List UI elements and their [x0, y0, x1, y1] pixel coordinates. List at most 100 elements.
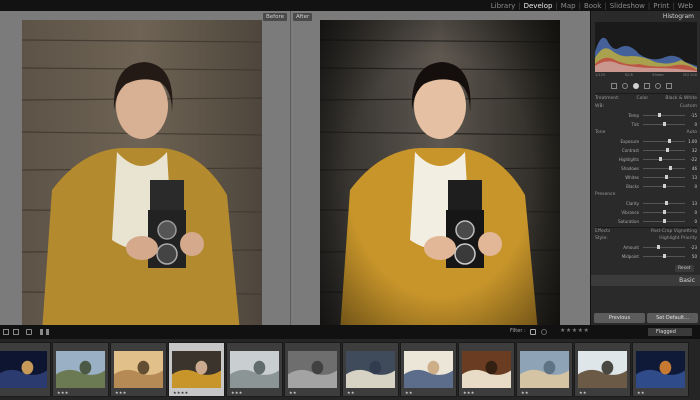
- filmstrip-thumbnail[interactable]: ★★★★: [168, 342, 225, 397]
- crop-tool-icon[interactable]: [611, 83, 617, 89]
- slider-value[interactable]: 32: [685, 146, 697, 155]
- secondary-display-icon[interactable]: [13, 329, 19, 335]
- graduated-filter-icon[interactable]: [644, 83, 650, 89]
- slider-value[interactable]: 0: [685, 208, 697, 217]
- slider-knob[interactable]: [662, 122, 666, 126]
- slider-saturation[interactable]: Saturation 0: [595, 217, 697, 226]
- flag-filter-select[interactable]: Flagged: [648, 328, 692, 336]
- module-library[interactable]: Library: [488, 2, 518, 10]
- thumbnail-rating[interactable]: ★★★★: [173, 390, 189, 395]
- slider-knob[interactable]: [662, 219, 666, 223]
- photo-after[interactable]: [320, 20, 560, 332]
- slider-whites[interactable]: Whites 13: [595, 173, 697, 182]
- treatment-bw[interactable]: Black & White: [665, 96, 697, 101]
- slider-track[interactable]: [643, 150, 685, 151]
- slider-highlights[interactable]: Highlights -22: [595, 155, 697, 164]
- thumbnail-rating[interactable]: ★★★: [115, 390, 127, 395]
- module-slideshow[interactable]: Slideshow: [607, 2, 648, 10]
- module-web[interactable]: Web: [675, 2, 696, 10]
- forward-arrow-icon[interactable]: [46, 329, 52, 335]
- flag-filter-icon[interactable]: [530, 329, 536, 335]
- slider-blacks[interactable]: Blacks 0: [595, 182, 697, 191]
- slider-track[interactable]: [643, 247, 685, 248]
- slider-value[interactable]: -23: [685, 243, 697, 252]
- thumbnail-rating[interactable]: ★★: [637, 390, 645, 395]
- slider-temp[interactable]: Temp -15: [595, 111, 697, 120]
- photo-before[interactable]: [22, 20, 262, 332]
- slider-track[interactable]: [643, 168, 685, 169]
- thumbnail-rating[interactable]: ★★: [405, 390, 413, 395]
- red-eye-icon[interactable]: [633, 83, 639, 89]
- thumbnail-rating[interactable]: ★★: [289, 390, 297, 395]
- thumbnail-rating[interactable]: ★★★: [463, 390, 475, 395]
- histogram[interactable]: [595, 22, 697, 72]
- tone-auto[interactable]: Auto: [687, 130, 697, 135]
- module-print[interactable]: Print: [650, 2, 672, 10]
- slider-value[interactable]: 13: [685, 199, 697, 208]
- module-book[interactable]: Book: [581, 2, 604, 10]
- filmstrip-thumbnail[interactable]: ★★: [574, 342, 631, 397]
- slider-knob[interactable]: [667, 139, 671, 143]
- filmstrip-thumbnail[interactable]: ★★: [516, 342, 573, 397]
- unflagged-filter-icon[interactable]: [541, 329, 547, 335]
- filmstrip-thumbnail[interactable]: ★★: [342, 342, 399, 397]
- filmstrip-thumbnail[interactable]: ★★★: [226, 342, 283, 397]
- adjustment-brush-icon[interactable]: [666, 83, 672, 89]
- slider-track[interactable]: [643, 159, 685, 160]
- slider-knob[interactable]: [658, 113, 662, 117]
- slider-shadows[interactable]: Shadows 46: [595, 164, 697, 173]
- set-default-button[interactable]: Set Default...: [647, 313, 698, 323]
- filmstrip-thumbnail[interactable]: ★★★: [110, 342, 167, 397]
- filmstrip-thumbnail[interactable]: [0, 342, 51, 397]
- slider-value[interactable]: 13: [685, 173, 697, 182]
- previous-button[interactable]: Previous: [594, 313, 645, 323]
- slider-value[interactable]: 0: [685, 120, 697, 129]
- radial-filter-icon[interactable]: [655, 83, 661, 89]
- slider-amount[interactable]: Amount -23: [595, 243, 697, 252]
- slider-midpoint[interactable]: Midpoint 50: [595, 252, 697, 261]
- slider-value[interactable]: 46: [685, 164, 697, 173]
- filmstrip-thumbnail[interactable]: ★★★: [52, 342, 109, 397]
- basic-panel-header[interactable]: Basic: [591, 275, 700, 286]
- slider-value[interactable]: 0: [685, 217, 697, 226]
- spot-removal-icon[interactable]: [622, 83, 628, 89]
- slider-knob[interactable]: [662, 210, 666, 214]
- histogram-title[interactable]: Histogram: [663, 13, 694, 20]
- style-value[interactable]: Highlight Priority: [659, 236, 697, 241]
- slider-knob[interactable]: [669, 166, 673, 170]
- slider-knob[interactable]: [662, 184, 666, 188]
- thumbnail-rating[interactable]: ★★★: [57, 390, 69, 395]
- filmstrip-thumbnail[interactable]: ★★: [284, 342, 341, 397]
- slider-exposure[interactable]: Exposure 1.00: [595, 137, 697, 146]
- slider-value[interactable]: -15: [685, 111, 697, 120]
- filmstrip-thumbnail[interactable]: ★★★: [458, 342, 515, 397]
- slider-track[interactable]: [643, 141, 685, 142]
- slider-knob[interactable]: [657, 245, 661, 249]
- slider-clarity[interactable]: Clarity 13: [595, 199, 697, 208]
- slider-knob[interactable]: [664, 201, 668, 205]
- thumbnail-rating[interactable]: ★★★: [231, 390, 243, 395]
- module-develop[interactable]: Develop: [521, 2, 556, 10]
- slider-knob[interactable]: [665, 148, 669, 152]
- slider-knob[interactable]: [662, 254, 666, 258]
- module-map[interactable]: Map: [558, 2, 579, 10]
- wb-value[interactable]: Custom: [680, 104, 697, 109]
- reset-button[interactable]: Reset: [675, 265, 694, 272]
- slider-knob[interactable]: [664, 175, 668, 179]
- grid-icon[interactable]: [26, 329, 32, 335]
- back-arrow-icon[interactable]: [37, 329, 43, 335]
- slider-vibrance[interactable]: Vibrance 0: [595, 208, 697, 217]
- slider-value[interactable]: 50: [685, 252, 697, 261]
- grid-view-icon[interactable]: [3, 329, 9, 335]
- slider-value[interactable]: -22: [685, 155, 697, 164]
- filmstrip-thumbnail[interactable]: ★★: [632, 342, 689, 397]
- slider-track[interactable]: [643, 115, 685, 116]
- thumbnail-rating[interactable]: ★★: [521, 390, 529, 395]
- thumbnail-rating[interactable]: ★★: [347, 390, 355, 395]
- slider-contrast[interactable]: Contrast 32: [595, 146, 697, 155]
- slider-value[interactable]: 1.00: [685, 137, 697, 146]
- filmstrip-thumbnail[interactable]: ★★: [400, 342, 457, 397]
- star-filter[interactable]: ★★★★★: [560, 327, 589, 334]
- slider-tint[interactable]: Tint 0: [595, 120, 697, 129]
- slider-value[interactable]: 0: [685, 182, 697, 191]
